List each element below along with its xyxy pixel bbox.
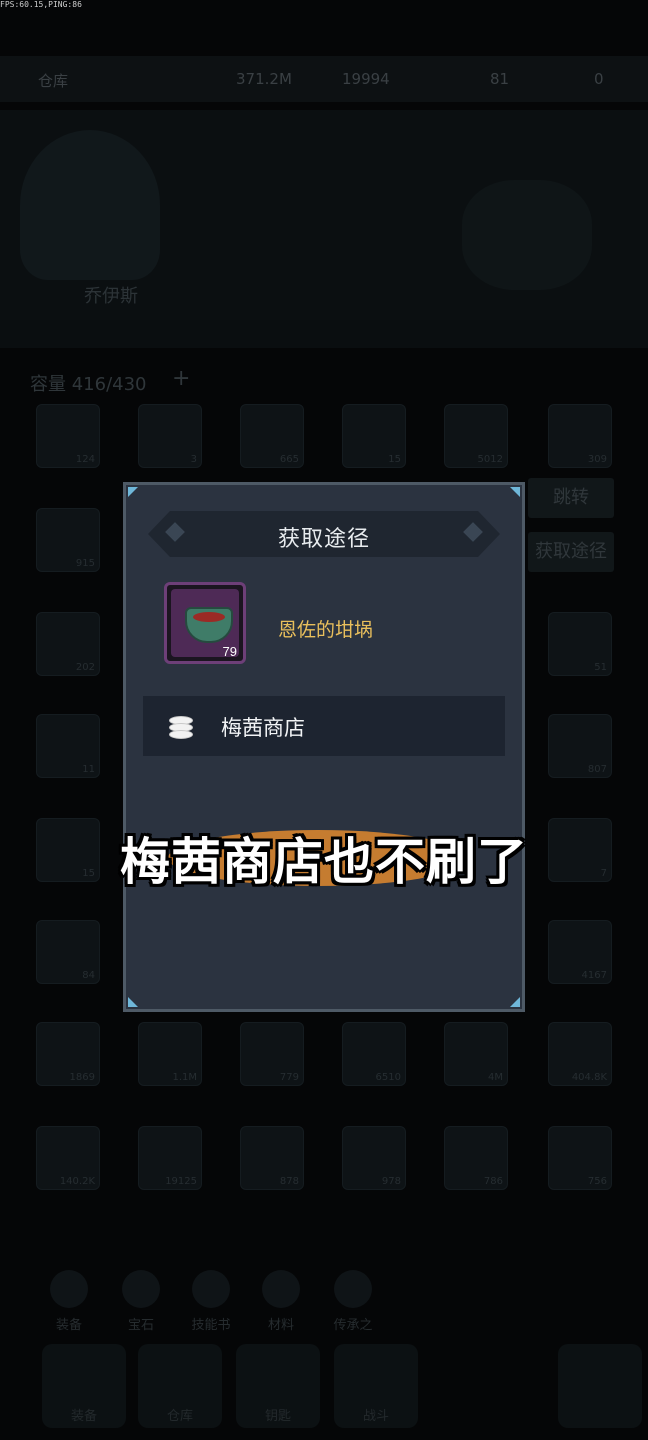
gem-tab-icon (122, 1270, 160, 1308)
tab-gems[interactable]: 宝石 (106, 1270, 176, 1333)
stamina-amount: 81 (490, 70, 510, 88)
capacity-label: 容量 (30, 374, 66, 395)
inventory-cell: 3 (138, 404, 202, 468)
inventory-cell: 19125 (138, 1126, 202, 1190)
tab-skill-books[interactable]: 技能书 (176, 1270, 246, 1333)
item-name: 恩佐的坩埚 (278, 619, 374, 641)
inventory-cell: 84 (36, 920, 100, 984)
inheritance-tab-icon (334, 1270, 372, 1308)
inventory-cell: 51 (548, 612, 612, 676)
nav-battle[interactable]: 战斗 (334, 1344, 418, 1428)
pet-figure (462, 180, 592, 290)
tab-equipment[interactable]: 装备 (34, 1270, 104, 1333)
jump-button[interactable]: 跳转 (528, 478, 614, 518)
gold-amount: 371.2M (236, 70, 292, 88)
inventory-cell: 202 (36, 612, 100, 676)
character-portrait (20, 130, 160, 280)
item-slot[interactable]: 79 (164, 582, 246, 664)
inventory-cell: 665 (240, 404, 304, 468)
gem-amount: 19994 (342, 70, 390, 88)
corner-ornament (510, 997, 520, 1007)
inventory-cell: 11 (36, 714, 100, 778)
inventory-cell: 1.1M (138, 1022, 202, 1086)
tab-inheritance[interactable]: 传承之 (318, 1270, 388, 1333)
inventory-cell: 140.2K (36, 1126, 100, 1190)
inventory-cell: 779 (240, 1022, 304, 1086)
inventory-cell: 878 (240, 1126, 304, 1190)
warehouse-title: 仓库 (38, 72, 69, 90)
coin-stack-icon (169, 714, 193, 739)
materials-tab-icon (262, 1270, 300, 1308)
tab-materials[interactable]: 材料 (246, 1270, 316, 1333)
acquire-path-button[interactable]: 获取途径 (528, 532, 614, 572)
source-label: 梅茜商店 (221, 716, 305, 740)
character-name: 乔伊斯 (84, 286, 138, 307)
inventory-cell: 15 (342, 404, 406, 468)
inventory-cell: 915 (36, 508, 100, 572)
inventory-cell: 4167 (548, 920, 612, 984)
nav-equipment[interactable]: 装备 (42, 1344, 126, 1428)
inventory-cell: 5012 (444, 404, 508, 468)
source-row-maisie-shop[interactable]: 梅茜商店 (143, 696, 505, 756)
inventory-cell: 6510 (342, 1022, 406, 1086)
capacity-value: 416/430 (71, 374, 147, 395)
inventory-cell: 978 (342, 1126, 406, 1190)
inventory-cell: 124 (36, 404, 100, 468)
corner-ornament (128, 487, 138, 497)
equipment-tab-icon (50, 1270, 88, 1308)
nav-warehouse[interactable]: 仓库 (138, 1344, 222, 1428)
nav-next-arrow[interactable] (558, 1344, 642, 1428)
inventory-cell: 807 (548, 714, 612, 778)
inventory-cell: 404.8K (548, 1022, 612, 1086)
inventory-cell: 756 (548, 1126, 612, 1190)
inventory-cell: 309 (548, 404, 612, 468)
token-amount: 0 (594, 70, 604, 88)
crucible-bowl (185, 607, 233, 643)
capacity-text: 容量 416/430 (30, 370, 147, 396)
dialog-title: 获取途径 (277, 527, 370, 552)
inventory-cell: 4M (444, 1022, 508, 1086)
corner-ornament (128, 997, 138, 1007)
top-bar (0, 56, 648, 102)
inventory-cell: 1869 (36, 1022, 100, 1086)
crucible-contents (193, 612, 225, 622)
book-tab-icon (192, 1270, 230, 1308)
video-subtitle: 梅茜商店也不刷了 (120, 833, 528, 891)
equipment-tab-row (0, 320, 648, 348)
acquire-path-dialog: 获取途径 79 恩佐的坩埚 梅茜商店 (123, 482, 525, 1012)
corner-ornament (510, 487, 520, 497)
nav-keys[interactable]: 钥匙 (236, 1344, 320, 1428)
expand-capacity-icon: + (172, 366, 191, 391)
item-count: 79 (222, 644, 237, 659)
inventory-cell: 786 (444, 1126, 508, 1190)
